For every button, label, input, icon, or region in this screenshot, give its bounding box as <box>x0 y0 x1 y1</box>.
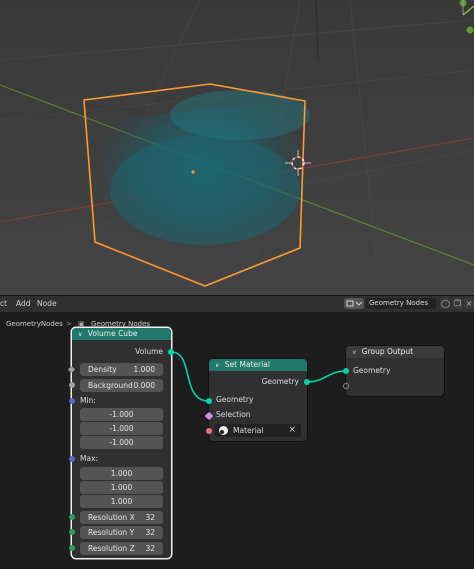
min-y-field[interactable]: -1.000 <box>80 422 163 435</box>
set-material-output-label: Geometry <box>262 377 299 386</box>
group-output-geometry-socket[interactable] <box>343 368 349 374</box>
min-label: Min: <box>80 396 96 405</box>
node-editor-header: ct Add Node Geometry Nodes ◯ ❐ × <box>0 296 474 313</box>
collapse-chevron-icon[interactable]: ∨ <box>215 362 219 369</box>
background-field[interactable]: Background 0.000 <box>80 379 163 392</box>
resolution-y-label: Resolution Y <box>88 526 134 539</box>
background-input-socket[interactable] <box>69 382 75 388</box>
group-output-title-text: Group Output <box>362 347 413 356</box>
collapse-chevron-icon[interactable]: ∨ <box>78 331 82 338</box>
volume-output-socket[interactable] <box>168 349 174 355</box>
resolution-x-value: 32 <box>145 511 155 524</box>
resolution-x-input-socket[interactable] <box>69 514 75 520</box>
group-output-title[interactable]: ∨ Group Output <box>346 346 444 358</box>
volume-cube-title[interactable]: ∨ Volume Cube <box>72 328 171 340</box>
resolution-z-value: 32 <box>145 542 155 555</box>
background-label: Background <box>88 379 133 392</box>
density-field[interactable]: Density 1.000 <box>80 363 163 376</box>
group-output-geometry-label: Geometry <box>353 366 390 375</box>
node-editor[interactable]: ct Add Node Geometry Nodes ◯ ❐ × Geometr… <box>0 295 474 569</box>
resolution-z-label: Resolution Z <box>88 542 135 555</box>
breadcrumb-object: GeometryNodes <box>6 320 63 328</box>
breadcrumb-separator-icon: > <box>66 320 72 328</box>
set-material-output-socket[interactable] <box>304 379 310 385</box>
set-material-title-text: Set Material <box>225 360 270 369</box>
selection-label: Selection <box>216 410 251 419</box>
set-material-geometry-socket[interactable] <box>206 398 212 404</box>
resolution-z-field[interactable]: Resolution Z 32 <box>80 542 163 555</box>
link-volume-to-geometry <box>171 352 209 401</box>
material-field[interactable]: Material × <box>215 424 301 437</box>
collapse-chevron-icon[interactable]: ∨ <box>352 349 356 356</box>
material-input-socket[interactable] <box>206 428 212 434</box>
volume-output-label: Volume <box>135 347 163 356</box>
set-material-title[interactable]: ∨ Set Material <box>209 359 307 371</box>
origin-point <box>191 170 194 173</box>
menu-select[interactable]: ct <box>0 299 7 308</box>
group-output-empty-socket[interactable] <box>343 383 349 389</box>
clear-material-icon[interactable]: × <box>288 424 296 437</box>
material-sphere-icon <box>219 426 228 435</box>
max-y-field[interactable]: 1.000 <box>80 481 163 494</box>
link-geometry-to-output <box>307 371 346 382</box>
background-value: 0.000 <box>134 379 155 392</box>
min-z-field[interactable]: -1.000 <box>80 436 163 449</box>
max-label: Max: <box>80 454 98 463</box>
volume-cube-title-text: Volume Cube <box>88 329 138 338</box>
resolution-x-field[interactable]: Resolution X 32 <box>80 511 163 524</box>
fake-user-shield-icon[interactable]: ◯ <box>440 298 451 309</box>
resolution-y-value: 32 <box>145 526 155 539</box>
modifier-icon: ▣ <box>78 320 85 328</box>
node-tree-icon <box>344 298 364 309</box>
min-input-socket[interactable] <box>69 398 75 404</box>
group-output-node[interactable]: ∨ Group Output Geometry <box>346 346 444 396</box>
duplicate-tree-icon[interactable]: ❐ <box>452 298 463 309</box>
viewport-canvas <box>0 0 474 295</box>
min-x-field[interactable]: -1.000 <box>80 408 163 421</box>
breadcrumb-modifier: Geometry Nodes <box>91 320 150 328</box>
resolution-y-field[interactable]: Resolution Y 32 <box>80 526 163 539</box>
max-x-field[interactable]: 1.000 <box>80 467 163 480</box>
volume-cube-node[interactable]: ∨ Volume Cube Volume Density 1.000 Backg… <box>72 328 171 558</box>
set-material-node[interactable]: ∨ Set Material Geometry Geometry Selecti… <box>209 359 307 441</box>
max-z-field[interactable]: 1.000 <box>80 495 163 508</box>
3d-viewport[interactable] <box>0 0 474 295</box>
menu-node[interactable]: Node <box>37 299 57 308</box>
max-input-socket[interactable] <box>69 456 75 462</box>
resolution-x-label: Resolution X <box>88 511 135 524</box>
resolution-y-input-socket[interactable] <box>69 529 75 535</box>
density-label: Density <box>88 363 117 376</box>
node-tree-selector[interactable] <box>344 298 364 309</box>
menu-add[interactable]: Add <box>16 299 31 308</box>
node-tree-name-field[interactable]: Geometry Nodes <box>366 298 436 309</box>
close-tree-icon[interactable]: × <box>464 298 474 309</box>
resolution-z-input-socket[interactable] <box>69 545 75 551</box>
density-value: 1.000 <box>134 363 155 376</box>
material-value: Material <box>233 424 263 437</box>
set-material-geometry-label: Geometry <box>216 395 253 404</box>
